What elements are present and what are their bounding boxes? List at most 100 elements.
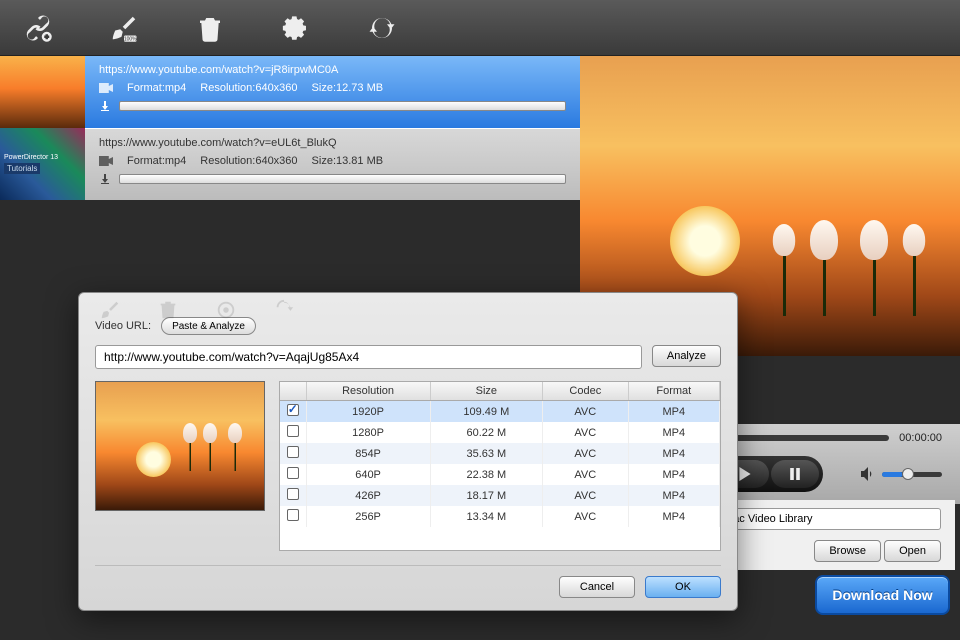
cell-resolution: 1920P (306, 401, 430, 423)
cell-size: 35.63 M (430, 443, 542, 464)
cell-size: 13.34 M (430, 506, 542, 527)
cell-codec: AVC (543, 443, 629, 464)
pause-button[interactable] (771, 460, 819, 488)
speaker-icon (860, 467, 876, 481)
gear-icon (281, 13, 311, 43)
format-label: Format:mp4 (127, 155, 186, 167)
row-checkbox[interactable] (287, 446, 299, 458)
cell-resolution: 640P (306, 464, 430, 485)
refresh-globe-icon (367, 13, 397, 43)
trash-icon (195, 13, 225, 43)
pause-icon (789, 467, 801, 481)
progress-row (99, 100, 566, 112)
thumb-text: Tutorials (4, 163, 40, 174)
cell-size: 18.17 M (430, 485, 542, 506)
progress-bar[interactable] (119, 174, 566, 184)
col-format[interactable]: Format (628, 382, 719, 401)
cell-codec: AVC (543, 464, 629, 485)
cell-codec: AVC (543, 401, 629, 423)
table-row[interactable]: 854P35.63 MAVCMP4 (280, 443, 720, 464)
cell-size: 60.22 M (430, 422, 542, 443)
download-now-button[interactable]: Download Now (815, 575, 950, 615)
col-resolution[interactable]: Resolution (306, 382, 430, 401)
volume-control (860, 467, 942, 481)
thumb-text: PowerDirector 13 (4, 154, 58, 161)
row-checkbox[interactable] (287, 467, 299, 479)
size-label: Size:13.81 MB (312, 155, 384, 167)
row-checkbox[interactable] (287, 425, 299, 437)
progress-bar[interactable] (119, 101, 566, 111)
cell-size: 22.38 M (430, 464, 542, 485)
settings-button[interactable] (278, 10, 314, 46)
browse-button[interactable]: Browse (814, 540, 881, 562)
download-thumbnail (0, 56, 85, 128)
cell-format: MP4 (628, 506, 719, 527)
download-info: https://www.youtube.com/watch?v=jR8irpwM… (85, 56, 580, 128)
convert-button[interactable] (364, 10, 400, 46)
video-url-input[interactable] (95, 345, 642, 369)
video-url-label: Video URL: (95, 320, 151, 332)
cell-size: 109.49 M (430, 401, 542, 423)
ghost-toolbar (99, 299, 295, 321)
cell-format: MP4 (628, 443, 719, 464)
format-label: Format:mp4 (127, 82, 186, 94)
col-size[interactable]: Size (430, 382, 542, 401)
download-thumbnail: PowerDirector 13 Tutorials (0, 128, 85, 200)
cell-codec: AVC (543, 485, 629, 506)
download-list: https://www.youtube.com/watch?v=jR8irpwM… (0, 56, 580, 200)
download-meta: Format:mp4 Resolution:640x360 Size:13.81… (99, 155, 566, 167)
cell-resolution: 256P (306, 506, 430, 527)
camera-icon (99, 83, 113, 93)
cell-format: MP4 (628, 422, 719, 443)
table-row[interactable]: 426P18.17 MAVCMP4 (280, 485, 720, 506)
download-url: https://www.youtube.com/watch?v=eUL6t_Bl… (99, 137, 566, 149)
open-button[interactable]: Open (884, 540, 941, 562)
download-meta: Format:mp4 Resolution:640x360 Size:12.73… (99, 82, 566, 94)
download-row[interactable]: PowerDirector 13 Tutorials https://www.y… (0, 128, 580, 200)
row-checkbox[interactable] (287, 488, 299, 500)
download-url: https://www.youtube.com/watch?v=jR8irpwM… (99, 64, 566, 76)
cancel-button[interactable]: Cancel (559, 576, 635, 598)
brush-icon: 100% (109, 13, 139, 43)
table-row[interactable]: 256P13.34 MAVCMP4 (280, 506, 720, 527)
resolution-label: Resolution:640x360 (200, 155, 297, 167)
analyze-button[interactable]: Analyze (652, 345, 721, 367)
play-icon (738, 467, 752, 481)
row-checkbox[interactable] (287, 509, 299, 521)
svg-text:100%: 100% (124, 36, 137, 42)
cell-format: MP4 (628, 485, 719, 506)
add-link-icon (23, 13, 53, 43)
table-row[interactable]: 1280P60.22 MAVCMP4 (280, 422, 720, 443)
cell-codec: AVC (543, 422, 629, 443)
format-table: Resolution Size Codec Format 1920P109.49… (279, 381, 721, 551)
time-display: 00:00:00 (899, 432, 942, 444)
analyze-dialog: Video URL: Paste & Analyze Analyze Resol… (78, 292, 738, 611)
download-icon (99, 173, 111, 185)
cell-codec: AVC (543, 506, 629, 527)
download-info: https://www.youtube.com/watch?v=eUL6t_Bl… (85, 128, 580, 200)
camera-icon (99, 156, 113, 166)
volume-thumb[interactable] (902, 468, 914, 480)
ok-button[interactable]: OK (645, 576, 721, 598)
modal-thumbnail (95, 381, 265, 511)
cell-resolution: 854P (306, 443, 430, 464)
volume-slider[interactable] (882, 472, 942, 477)
delete-button[interactable] (192, 10, 228, 46)
cell-resolution: 426P (306, 485, 430, 506)
col-codec[interactable]: Codec (543, 382, 629, 401)
size-label: Size:12.73 MB (312, 82, 384, 94)
table-row[interactable]: 640P22.38 MAVCMP4 (280, 464, 720, 485)
add-link-button[interactable] (20, 10, 56, 46)
row-checkbox[interactable] (287, 404, 299, 416)
cell-resolution: 1280P (306, 422, 430, 443)
resolution-label: Resolution:640x360 (200, 82, 297, 94)
download-row[interactable]: https://www.youtube.com/watch?v=jR8irpwM… (0, 56, 580, 128)
cell-format: MP4 (628, 401, 719, 423)
cell-format: MP4 (628, 464, 719, 485)
toolbar: 100% (0, 0, 960, 56)
clear-button[interactable]: 100% (106, 10, 142, 46)
col-checkbox (280, 382, 306, 401)
download-icon (99, 100, 111, 112)
progress-row (99, 173, 566, 185)
table-row[interactable]: 1920P109.49 MAVCMP4 (280, 401, 720, 423)
